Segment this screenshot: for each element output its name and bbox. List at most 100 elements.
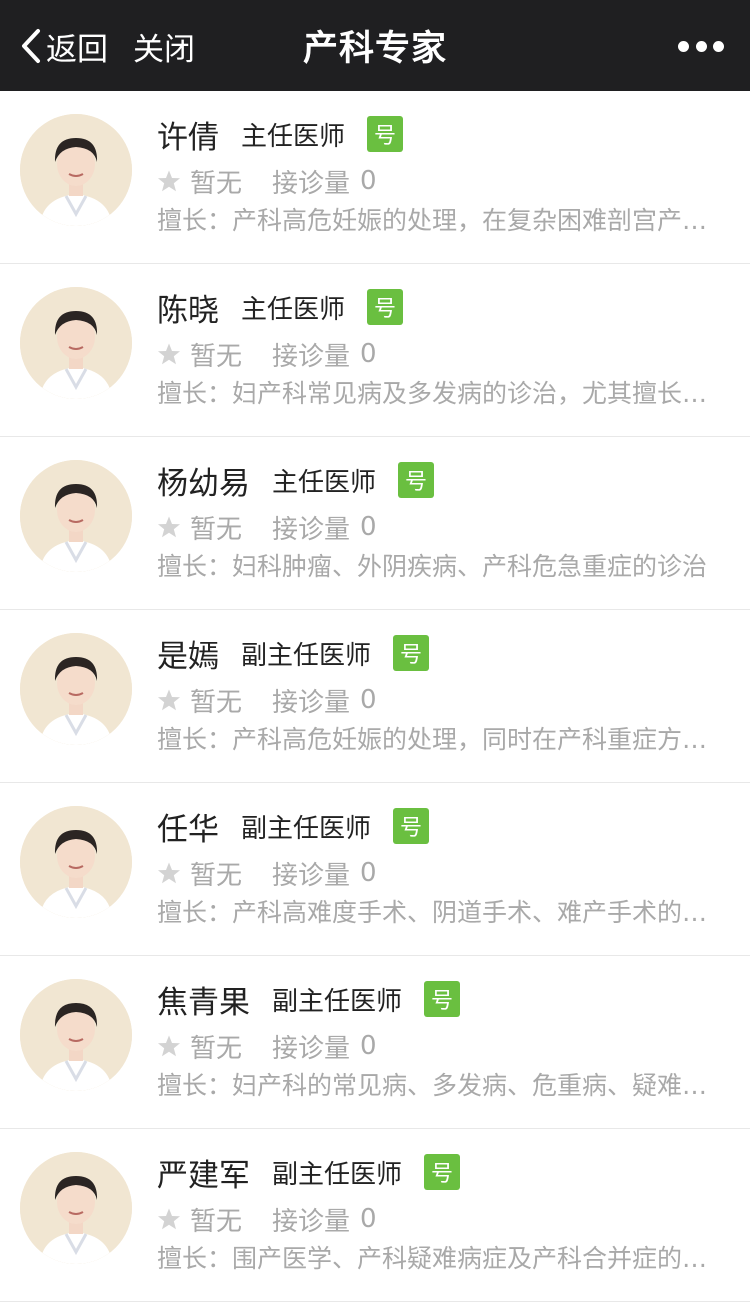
doctor-title: 副主任医师 <box>272 1159 403 1190</box>
doctor-avatar <box>20 979 132 1091</box>
doctor-portrait-icon <box>20 114 132 226</box>
doctor-list-item[interactable]: 许倩 主任医师 号 暂无 接诊量 0 擅长：产科高危妊娠的处理，在复杂困难剖宫产… <box>0 91 750 264</box>
star-icon <box>158 1208 180 1230</box>
rating-text: 暂无 <box>190 860 243 891</box>
doctor-portrait-icon <box>20 806 132 918</box>
dot <box>713 40 724 52</box>
doctor-specialty: 擅长：妇科肿瘤、外阴疾病、产科危急重症的诊治 <box>157 552 708 581</box>
registration-badge: 号 <box>398 462 435 498</box>
doctor-name: 杨幼易 <box>157 465 250 502</box>
consult-count-label: 接诊量 <box>272 1206 351 1237</box>
doctor-name: 严建军 <box>157 1157 250 1194</box>
registration-badge: 号 <box>393 808 430 844</box>
doctor-list-item[interactable]: 任华 副主任医师 号 暂无 接诊量 0 擅长：产科高难度手术、阴道手术、难产手术… <box>0 783 750 956</box>
page-title: 产科专家 <box>302 29 447 69</box>
doctor-meta-row: 暂无 接诊量 0 <box>157 682 377 718</box>
doctor-avatar <box>20 287 132 399</box>
consult-count-label: 接诊量 <box>272 687 351 718</box>
doctor-name-row: 焦青果 副主任医师 号 <box>157 976 461 1022</box>
doctor-specialty: 擅长：围产医学、产科疑难病症及产科合并症的诊治 <box>157 1244 717 1273</box>
doctor-meta-row: 暂无 接诊量 0 <box>157 163 377 199</box>
doctor-avatar <box>20 633 132 745</box>
rating-text: 暂无 <box>190 341 243 372</box>
doctor-specialty: 擅长：产科高危妊娠的处理，同时在产科重症方面经验丰富 <box>157 725 717 754</box>
doctor-list: 许倩 主任医师 号 暂无 接诊量 0 擅长：产科高危妊娠的处理，在复杂困难剖宫产… <box>0 91 750 1302</box>
doctor-avatar <box>20 460 132 572</box>
back-label: 返回 <box>46 31 108 68</box>
doctor-name: 是嫣 <box>157 638 219 675</box>
doctor-portrait-icon <box>20 633 132 745</box>
doctor-title: 副主任医师 <box>272 986 403 1017</box>
consult-count-value: 0 <box>360 1031 377 1061</box>
star-icon <box>158 516 180 538</box>
consult-count-value: 0 <box>360 685 377 715</box>
doctor-specialty: 擅长：产科高难度手术、阴道手术、难产手术的处理 <box>157 898 717 927</box>
doctor-avatar <box>20 114 132 226</box>
doctor-meta-row: 暂无 接诊量 0 <box>157 336 377 372</box>
doctor-list-item[interactable]: 是嫣 副主任医师 号 暂无 接诊量 0 擅长：产科高危妊娠的处理，同时在产科重症… <box>0 610 750 783</box>
star-icon <box>158 343 180 365</box>
doctor-name-row: 任华 副主任医师 号 <box>157 803 430 849</box>
doctor-title: 主任医师 <box>241 121 346 152</box>
doctor-specialty: 擅长：妇产科的常见病、多发病、危重病、疑难病的诊治 <box>157 1071 717 1100</box>
doctor-name-row: 陈晓 主任医师 号 <box>157 284 404 330</box>
rating-text: 暂无 <box>190 168 243 199</box>
doctor-name-row: 许倩 主任医师 号 <box>157 111 404 157</box>
consult-count-value: 0 <box>360 858 377 888</box>
registration-badge: 号 <box>424 1154 461 1190</box>
doctor-title: 副主任医师 <box>241 640 372 671</box>
back-button[interactable]: 返回 <box>20 24 108 68</box>
consult-count-value: 0 <box>360 339 377 369</box>
dot <box>678 40 689 52</box>
star-icon <box>158 170 180 192</box>
doctor-meta-row: 暂无 接诊量 0 <box>157 509 377 545</box>
registration-badge: 号 <box>424 981 461 1017</box>
star-icon <box>158 689 180 711</box>
rating-text: 暂无 <box>190 1206 243 1237</box>
consult-count-label: 接诊量 <box>272 860 351 891</box>
star-icon <box>158 862 180 884</box>
top-navbar: 返回 关闭 产科专家 <box>0 0 750 91</box>
more-dots-icon[interactable] <box>678 36 724 56</box>
consult-count-label: 接诊量 <box>272 341 351 372</box>
doctor-name: 许倩 <box>157 119 219 156</box>
doctor-name: 陈晓 <box>157 292 219 329</box>
doctor-specialty: 擅长：妇产科常见病及多发病的诊治，尤其擅长产科危重症的处理 <box>157 379 717 408</box>
doctor-title: 主任医师 <box>241 294 346 325</box>
dot <box>695 40 707 52</box>
doctor-list-item[interactable]: 杨幼易 主任医师 号 暂无 接诊量 0 擅长：妇科肿瘤、外阴疾病、产科危急重症的… <box>0 437 750 610</box>
consult-count-label: 接诊量 <box>272 514 351 545</box>
doctor-name: 任华 <box>157 811 219 848</box>
doctor-title: 副主任医师 <box>241 813 372 844</box>
close-button[interactable]: 关闭 <box>133 24 195 68</box>
rating-text: 暂无 <box>190 687 243 718</box>
consult-count-value: 0 <box>360 1204 377 1234</box>
doctor-avatar <box>20 1152 132 1264</box>
doctor-meta-row: 暂无 接诊量 0 <box>157 855 377 891</box>
doctor-name-row: 是嫣 副主任医师 号 <box>157 630 430 676</box>
rating-text: 暂无 <box>190 1033 243 1064</box>
consult-count-label: 接诊量 <box>272 1033 351 1064</box>
registration-badge: 号 <box>393 635 430 671</box>
chevron-left-icon <box>22 29 40 63</box>
consult-count-value: 0 <box>360 512 377 542</box>
doctor-specialty: 擅长：产科高危妊娠的处理，在复杂困难剖宫产手术方面经验丰富 <box>157 206 717 235</box>
registration-badge: 号 <box>367 289 404 325</box>
doctor-name: 焦青果 <box>157 984 250 1021</box>
registration-badge: 号 <box>367 116 404 152</box>
doctor-portrait-icon <box>20 979 132 1091</box>
consult-count-label: 接诊量 <box>272 168 351 199</box>
doctor-list-item[interactable]: 严建军 副主任医师 号 暂无 接诊量 0 擅长：围产医学、产科疑难病症及产科合并… <box>0 1129 750 1302</box>
star-icon <box>158 1035 180 1057</box>
doctor-title: 主任医师 <box>272 467 377 498</box>
doctor-portrait-icon <box>20 287 132 399</box>
doctor-list-item[interactable]: 焦青果 副主任医师 号 暂无 接诊量 0 擅长：妇产科的常见病、多发病、危重病、… <box>0 956 750 1129</box>
doctor-portrait-icon <box>20 1152 132 1264</box>
rating-text: 暂无 <box>190 514 243 545</box>
doctor-portrait-icon <box>20 460 132 572</box>
doctor-name-row: 杨幼易 主任医师 号 <box>157 457 435 503</box>
consult-count-value: 0 <box>360 166 377 196</box>
doctor-name-row: 严建军 副主任医师 号 <box>157 1149 461 1195</box>
doctor-meta-row: 暂无 接诊量 0 <box>157 1201 377 1237</box>
doctor-list-item[interactable]: 陈晓 主任医师 号 暂无 接诊量 0 擅长：妇产科常见病及多发病的诊治，尤其擅长… <box>0 264 750 437</box>
